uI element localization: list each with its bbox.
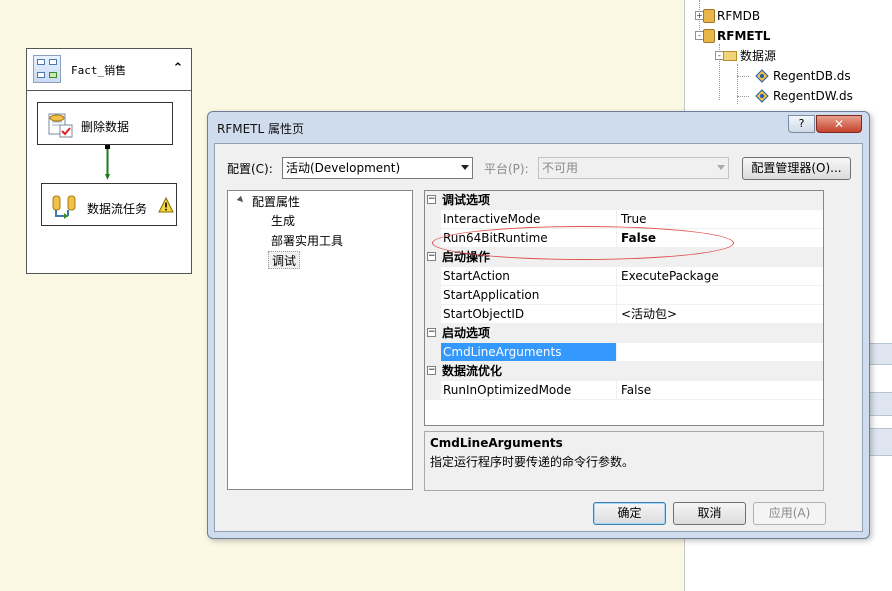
item-label: RFMDB — [717, 9, 761, 23]
property-pages-dialog: RFMETL 属性页 ? ✕ 配置(C): 活动(Development) 平台… — [207, 111, 870, 539]
datasource-icon — [755, 89, 769, 103]
tree-node-debugging[interactable]: 调试 — [268, 251, 301, 269]
apply-button: 应用(A) — [753, 502, 826, 525]
container-title: Fact_销售 — [71, 64, 127, 77]
collapse-icon[interactable]: − — [427, 366, 436, 375]
tree-node-config-properties[interactable]: 配置属性 — [252, 193, 300, 211]
solution-item-regentdw[interactable]: RegentDW.ds — [751, 87, 885, 105]
property-value[interactable]: <活动包> — [616, 305, 823, 324]
platform-dropdown: 不可用 — [538, 157, 729, 179]
grid-row-startobjectid[interactable]: StartObjectID <活动包> — [425, 305, 823, 324]
task-label: 删除数据 — [81, 120, 130, 134]
grid-category-dataflow-optimization[interactable]: − 数据流优化 — [425, 362, 823, 381]
config-manager-button[interactable]: 配置管理器(O)... — [742, 157, 851, 180]
description-text: 指定运行程序时要传递的命令行参数。 — [430, 455, 635, 469]
item-label: 数据源 — [740, 49, 777, 63]
cancel-button[interactable]: 取消 — [673, 502, 746, 525]
dialog-client-area: 配置(C): 活动(Development) 平台(P): 不可用 配置管理器(… — [214, 143, 863, 532]
ok-button[interactable]: 确定 — [593, 502, 666, 525]
property-value[interactable] — [616, 343, 823, 362]
item-label: RFMETL — [717, 29, 771, 43]
container-header: Fact_销售 ⌃ — [27, 49, 191, 91]
solution-item-datasources[interactable]: - 数据源 — [715, 47, 885, 65]
tree-line — [737, 76, 749, 77]
property-name: CmdLineArguments — [440, 343, 616, 362]
project-icon — [703, 9, 715, 23]
tree-node-build[interactable]: 生成 — [271, 212, 295, 230]
property-name: StartApplication — [440, 286, 616, 305]
grid-row-startaction[interactable]: StartAction ExecutePackage — [425, 267, 823, 286]
tree-line — [737, 96, 749, 97]
collapse-icon[interactable]: − — [427, 252, 436, 261]
collapse-icon[interactable]: − — [427, 328, 436, 337]
item-label: RegentDW.ds — [773, 89, 853, 103]
config-value: 活动(Development) — [286, 161, 401, 175]
platform-value: 不可用 — [542, 161, 579, 175]
chevron-down-icon — [717, 165, 725, 170]
close-button[interactable]: ✕ — [816, 115, 862, 133]
warning-icon[interactable] — [158, 197, 174, 213]
description-title: CmdLineArguments — [430, 436, 563, 450]
annotation-ellipse — [432, 226, 734, 260]
grid-row-runinoptimizedmode[interactable]: RunInOptimizedMode False — [425, 381, 823, 400]
tree-line — [737, 64, 738, 104]
panel-tab[interactable] — [869, 392, 892, 416]
property-name: StartAction — [440, 267, 616, 286]
solution-item-rfmdb[interactable]: + RFMDB — [695, 7, 885, 25]
platform-label: 平台(P): — [484, 162, 529, 176]
task-label: 数据流任务 — [87, 202, 148, 216]
expand-triangle-icon[interactable] — [236, 195, 246, 205]
property-name: RunInOptimizedMode — [440, 381, 616, 400]
property-description: CmdLineArguments 指定运行程序时要传递的命令行参数。 — [424, 431, 824, 491]
property-tree: 配置属性 生成 部署实用工具 调试 — [227, 190, 413, 490]
config-label: 配置(C): — [227, 162, 273, 176]
property-grid: − 调试选项 InteractiveMode True Run64BitRunt… — [424, 190, 824, 426]
category-label: 数据流优化 — [442, 364, 503, 378]
project-icon — [703, 29, 715, 43]
config-dropdown[interactable]: 活动(Development) — [282, 157, 473, 179]
task-data-flow[interactable]: 数据流任务 — [41, 183, 177, 226]
solution-item-rfmetl[interactable]: - RFMETL — [695, 27, 885, 45]
panel-tab[interactable] — [869, 428, 892, 456]
property-value[interactable]: ExecutePackage — [616, 267, 823, 286]
solution-item-regentdb[interactable]: RegentDB.ds — [751, 67, 885, 85]
property-value[interactable] — [616, 286, 823, 305]
property-value[interactable]: False — [616, 381, 823, 400]
dialog-title: RFMETL 属性页 — [217, 122, 305, 136]
help-button[interactable]: ? — [788, 115, 815, 133]
folder-icon — [723, 51, 737, 61]
data-flow-icon — [52, 195, 76, 219]
category-label: 调试选项 — [442, 193, 491, 207]
sequence-container-icon — [33, 55, 61, 83]
grid-category-debug-options[interactable]: − 调试选项 — [425, 191, 823, 210]
sql-task-icon — [48, 113, 73, 138]
grid-row-startapplication[interactable]: StartApplication — [425, 286, 823, 305]
task-delete-data[interactable]: 删除数据 — [37, 102, 173, 145]
collapse-icon[interactable]: ⌃ — [170, 60, 186, 78]
category-label: 启动选项 — [442, 326, 491, 340]
datasource-icon — [755, 69, 769, 83]
chevron-down-icon — [461, 165, 469, 170]
sequence-container[interactable]: Fact_销售 ⌃ 删除数据 数据流任务 — [26, 48, 192, 274]
grid-category-start-options[interactable]: − 启动选项 — [425, 324, 823, 343]
panel-tab[interactable] — [869, 343, 892, 365]
property-name: StartObjectID — [440, 305, 616, 324]
precedence-constraint-arrow[interactable] — [105, 145, 110, 181]
collapse-icon[interactable]: − — [427, 195, 436, 204]
tree-node-deployment[interactable]: 部署实用工具 — [271, 232, 343, 250]
grid-row-cmdlinearguments[interactable]: CmdLineArguments — [425, 343, 823, 362]
property-value[interactable]: True — [616, 210, 823, 229]
item-label: RegentDB.ds — [773, 69, 851, 83]
